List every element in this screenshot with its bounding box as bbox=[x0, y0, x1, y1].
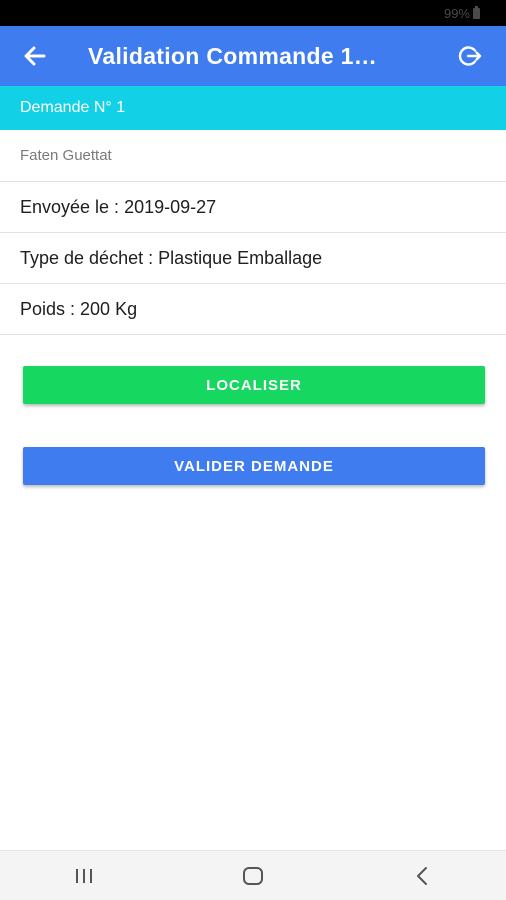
back-button[interactable] bbox=[0, 26, 70, 86]
waste-type: Type de déchet : Plastique Emballage bbox=[0, 233, 506, 284]
home-icon bbox=[242, 866, 263, 885]
sent-date: Envoyée le : 2019-09-27 bbox=[0, 182, 506, 233]
valider-demande-button[interactable]: VALIDER DEMANDE bbox=[23, 447, 485, 485]
logout-button[interactable] bbox=[436, 26, 506, 86]
recents-icon bbox=[76, 868, 93, 883]
weight: Poids : 200 Kg bbox=[0, 284, 506, 335]
back-chevron-icon bbox=[416, 866, 427, 885]
battery-icon bbox=[473, 5, 480, 19]
recents-button[interactable] bbox=[54, 851, 114, 900]
requester-name: Faten Guettat bbox=[0, 130, 506, 182]
request-number-header: Demande N° 1 bbox=[0, 86, 506, 130]
logout-icon bbox=[458, 46, 482, 66]
status-bar: 99% bbox=[0, 0, 506, 26]
arrow-left-icon bbox=[24, 46, 46, 66]
request-details: Faten Guettat Envoyée le : 2019-09-27 Ty… bbox=[0, 130, 506, 335]
home-button[interactable] bbox=[223, 851, 283, 900]
system-back-button[interactable] bbox=[392, 851, 452, 900]
battery-level: 99% bbox=[443, 5, 470, 21]
app-bar: Validation Commande 1… bbox=[0, 26, 506, 86]
page-title: Validation Commande 1… bbox=[88, 42, 378, 69]
localiser-button[interactable]: LOCALISER bbox=[23, 366, 485, 404]
system-nav-bar bbox=[0, 850, 506, 900]
